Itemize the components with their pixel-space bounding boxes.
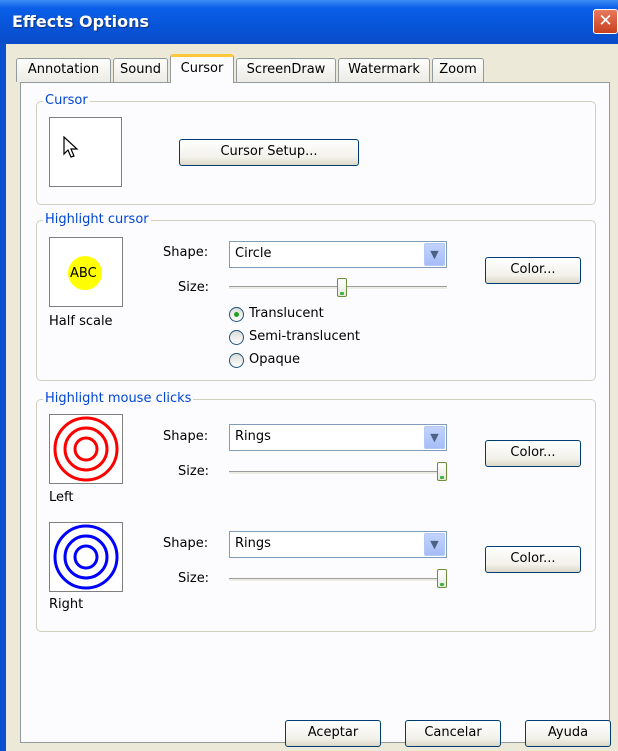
highlight-mouse-clicks-group: Highlight mouse clicks Left Shape: Rings… bbox=[36, 391, 596, 632]
cursor-group-label: Cursor bbox=[43, 93, 90, 108]
radio-opaque[interactable] bbox=[229, 353, 244, 368]
radio-semi-translucent-label: Semi-translucent bbox=[249, 329, 360, 344]
right-click-preview bbox=[49, 522, 123, 592]
left-click-preview bbox=[49, 414, 123, 484]
radio-translucent-label: Translucent bbox=[249, 306, 324, 321]
highlight-size-label: Size: bbox=[178, 280, 210, 295]
right-color-button[interactable]: Color... bbox=[485, 546, 581, 573]
right-size-slider[interactable] bbox=[229, 578, 447, 582]
highlight-color-button[interactable]: Color... bbox=[485, 257, 581, 284]
left-size-slider-thumb[interactable] bbox=[437, 462, 447, 481]
tab-sound[interactable]: Sound bbox=[113, 58, 168, 82]
close-icon: ✕ bbox=[598, 11, 613, 31]
left-color-button[interactable]: Color... bbox=[485, 440, 581, 467]
ok-button[interactable]: Aceptar bbox=[285, 720, 381, 747]
highlight-shape-value: Circle bbox=[235, 246, 272, 261]
chevron-down-icon[interactable]: ▼ bbox=[424, 426, 445, 449]
chevron-down-icon[interactable]: ▼ bbox=[424, 243, 445, 266]
right-shape-value: Rings bbox=[235, 536, 271, 551]
right-size-slider-thumb[interactable] bbox=[437, 569, 447, 588]
left-click-caption: Left bbox=[49, 490, 74, 505]
close-button[interactable]: ✕ bbox=[593, 9, 618, 34]
left-size-label: Size: bbox=[178, 464, 210, 479]
highlight-preview-text: ABC bbox=[70, 266, 97, 281]
tab-zoom[interactable]: Zoom bbox=[432, 58, 484, 82]
highlight-shape-select[interactable]: Circle ▼ bbox=[229, 241, 447, 268]
cursor-setup-button[interactable]: Cursor Setup... bbox=[179, 139, 359, 166]
chevron-down-icon[interactable]: ▼ bbox=[424, 533, 445, 556]
cursor-tab-panel: Cursor Cursor Setup... Highlight cursor … bbox=[20, 82, 610, 743]
cursor-preview bbox=[49, 117, 122, 187]
window-title: Effects Options bbox=[12, 12, 150, 31]
tab-cursor[interactable]: Cursor bbox=[170, 54, 234, 83]
right-shape-label: Shape: bbox=[163, 536, 209, 551]
arrow-cursor-icon bbox=[63, 136, 79, 158]
left-shape-select[interactable]: Rings ▼ bbox=[229, 424, 447, 451]
tab-annotation[interactable]: Annotation bbox=[16, 58, 111, 82]
highlight-preview-caption: Half scale bbox=[49, 314, 113, 329]
cursor-group: Cursor Cursor Setup... bbox=[36, 93, 596, 205]
cancel-button[interactable]: Cancelar bbox=[405, 720, 501, 747]
mouse-clicks-group-label: Highlight mouse clicks bbox=[43, 391, 194, 406]
left-shape-label: Shape: bbox=[163, 429, 209, 444]
right-rings-icon bbox=[53, 524, 119, 590]
right-shape-select[interactable]: Rings ▼ bbox=[229, 531, 447, 558]
help-button[interactable]: Ayuda bbox=[525, 720, 611, 747]
left-size-slider[interactable] bbox=[229, 471, 447, 475]
highlight-cursor-preview: ABC bbox=[49, 237, 123, 307]
radio-semi-translucent[interactable] bbox=[229, 330, 244, 345]
dialog-client-area: Annotation Sound Cursor ScreenDraw Water… bbox=[6, 44, 618, 751]
highlight-size-slider-thumb[interactable] bbox=[337, 278, 348, 297]
highlight-cursor-group: Highlight cursor ABC Half scale Shape: C… bbox=[36, 212, 596, 381]
left-shape-value: Rings bbox=[235, 429, 271, 444]
radio-opaque-label: Opaque bbox=[249, 352, 300, 367]
tab-screendraw[interactable]: ScreenDraw bbox=[236, 58, 336, 82]
highlight-cursor-group-label: Highlight cursor bbox=[43, 212, 151, 227]
radio-translucent[interactable] bbox=[229, 307, 244, 322]
highlight-shape-label: Shape: bbox=[163, 245, 209, 260]
effects-options-window: Effects Options ✕ Annotation Sound Curso… bbox=[0, 0, 618, 751]
right-size-label: Size: bbox=[178, 571, 210, 586]
right-click-caption: Right bbox=[49, 597, 84, 612]
left-rings-icon bbox=[53, 416, 119, 482]
tab-watermark[interactable]: Watermark bbox=[338, 58, 430, 82]
title-bar[interactable]: Effects Options ✕ bbox=[0, 0, 618, 44]
